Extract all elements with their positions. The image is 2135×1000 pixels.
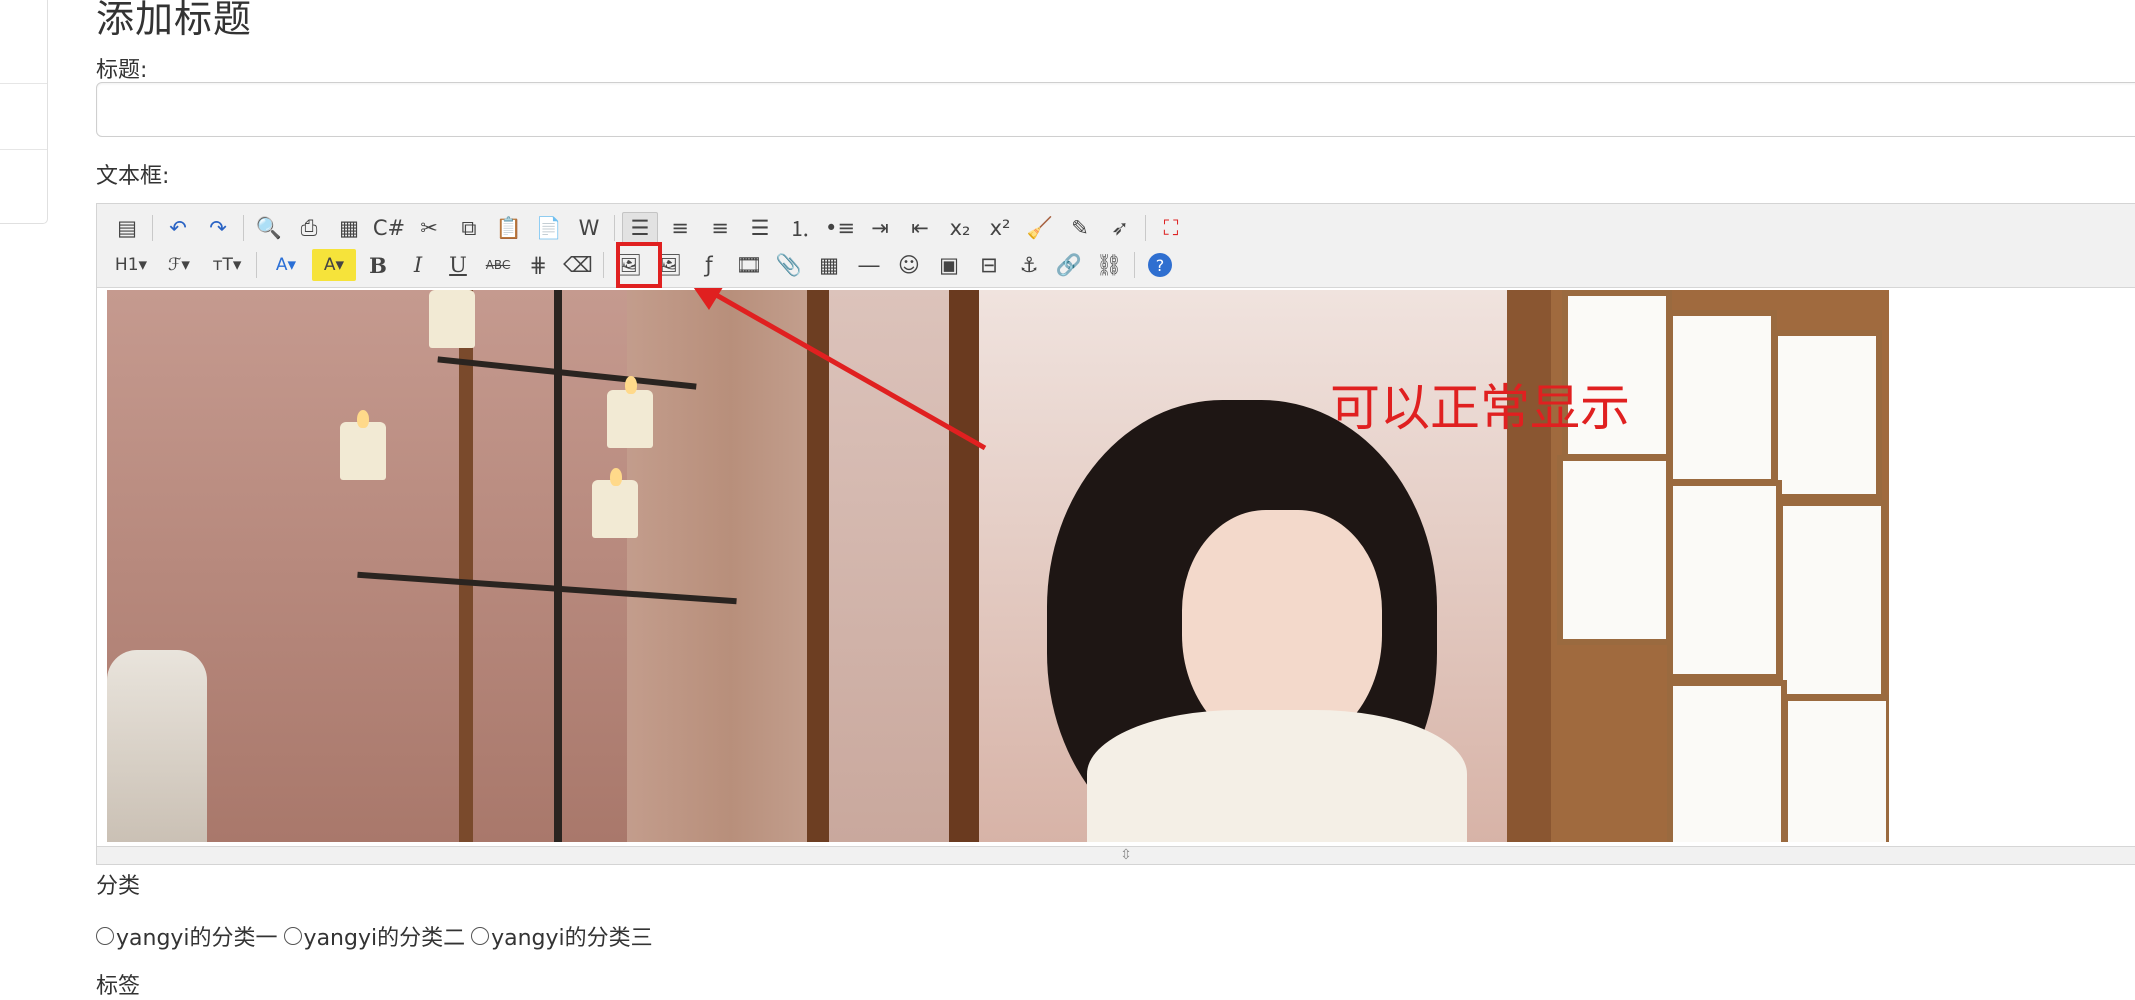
help-icon[interactable]: ? [1148,253,1172,277]
paste-word-icon[interactable]: W [571,212,607,244]
category-radio-label: yangyi的分类二 [303,926,466,951]
font-family-icon[interactable]: ℱ▾ [157,249,201,281]
category-radio-group: yangyi的分类一 yangyi的分类二 yangyi的分类三 [96,920,653,952]
link-icon[interactable]: 🔗 [1051,249,1087,281]
subscript-icon[interactable]: x₂ [942,212,978,244]
table-icon[interactable]: ▦ [811,249,847,281]
code-icon[interactable]: C# [371,212,407,244]
preview-icon[interactable]: 🔍 [251,212,287,244]
strikethrough-icon[interactable]: ABC [480,249,516,281]
undo-icon[interactable]: ↶ [160,212,196,244]
cut-icon[interactable]: ✂ [411,212,447,244]
quick-format-icon[interactable]: ✎ [1062,212,1098,244]
toolbar-separator [152,215,153,241]
editor-toolbar: ▤ ↶ ↷ 🔍 ⎙ ▦ C# ✂ ⧉ 📋 📄 W ☰ ≡ ≡ ☰ ⒈ •≡ ⇥ ⇤ x₂ x² 🧹 ✎ ➶ ⛶ H1▾ ℱ▾ ᴛT▾ A… [97,204,2135,288]
print-icon[interactable]: ⎙ [291,212,327,244]
bold-icon[interactable]: B [360,249,396,281]
toolbar-separator [603,252,604,278]
highlight-color-icon[interactable]: A▾ [312,249,356,281]
select-all-icon[interactable]: ➶ [1102,212,1138,244]
clear-format-icon[interactable]: 🧹 [1022,212,1058,244]
resize-grip-icon[interactable]: ⇳ [1120,847,1132,863]
toolbar-separator [243,215,244,241]
redo-icon[interactable]: ↷ [200,212,236,244]
content-label: 文本框: [96,164,170,189]
emoticon-icon[interactable]: ☺ [891,249,927,281]
paste-icon[interactable]: 📋 [491,212,527,244]
superscript-icon[interactable]: x² [982,212,1018,244]
hr-icon[interactable]: ― [851,249,887,281]
radio-button[interactable] [96,927,114,945]
toolbar-row-1: ▤ ↶ ↷ 🔍 ⎙ ▦ C# ✂ ⧉ 📋 📄 W ☰ ≡ ≡ ☰ ⒈ •≡ ⇥ ⇤ x₂ x² 🧹 ✎ ➶ ⛶ [107,211,1191,245]
category-radio-label: yangyi的分类一 [116,926,278,951]
radio-button[interactable] [471,927,490,945]
sidebar-divider [0,149,47,150]
attachment-icon[interactable]: 📎 [771,249,807,281]
template-icon[interactable]: ▦ [331,212,367,244]
media-icon[interactable]: 🎞 [731,249,767,281]
toolbar-separator [1145,215,1146,241]
flash-icon[interactable]: ƒ [691,249,727,281]
editor-content-area[interactable]: 可以正常显示 [97,288,2135,846]
fullscreen-icon[interactable]: ⛶ [1153,212,1189,244]
category-radio-label: yangyi的分类三 [491,926,653,951]
source-icon[interactable]: ▤ [109,212,145,244]
indent-icon[interactable]: ⇥ [862,212,898,244]
radio-button[interactable] [283,927,302,945]
category-radio-2[interactable]: yangyi的分类二 [283,920,466,952]
toolbar-separator [1134,252,1135,278]
annotation-text: 可以正常显示 [1330,379,1630,437]
rich-text-editor[interactable]: ▤ ↶ ↷ 🔍 ⎙ ▦ C# ✂ ⧉ 📋 📄 W ☰ ≡ ≡ ☰ ⒈ •≡ ⇥ ⇤ x₂ x² 🧹 ✎ ➶ ⛶ H1▾ ℱ▾ ᴛT▾ A… [96,203,2135,865]
toolbar-separator [614,215,615,241]
paste-text-icon[interactable]: 📄 [531,212,567,244]
unlink-icon[interactable]: ⛓ [1091,249,1127,281]
align-right-icon[interactable]: ≡ [702,212,738,244]
title-label: 标题: [96,58,148,83]
copy-icon[interactable]: ⧉ [451,212,487,244]
align-left-icon[interactable]: ☰ [622,212,658,244]
line-height-icon[interactable]: ⋕ [520,249,556,281]
eraser-icon[interactable]: ⌫ [560,249,596,281]
category-label: 分类 [96,874,141,899]
tags-label: 标签 [96,974,141,999]
unordered-list-icon[interactable]: •≡ [822,212,858,244]
toolbar-separator [256,252,257,278]
page-break-icon[interactable]: ⊟ [971,249,1007,281]
editor-resize-handle[interactable]: ⇳ [97,846,2135,864]
left-sidebar-panel [0,0,48,224]
category-radio-3[interactable]: yangyi的分类三 [471,920,653,952]
title-input[interactable] [96,82,2135,137]
italic-icon[interactable]: I [400,249,436,281]
category-radio-1[interactable]: yangyi的分类一 [96,920,278,952]
underline-icon[interactable]: U [440,249,476,281]
annotation-highlight-box [616,242,662,288]
align-justify-icon[interactable]: ☰ [742,212,778,244]
ordered-list-icon[interactable]: ⒈ [782,212,818,244]
outdent-icon[interactable]: ⇤ [902,212,938,244]
baidu-map-icon[interactable]: ▣ [931,249,967,281]
font-size-icon[interactable]: ᴛT▾ [205,249,249,281]
align-center-icon[interactable]: ≡ [662,212,698,244]
anchor-icon[interactable]: ⚓ [1011,249,1047,281]
font-color-icon[interactable]: A▾ [264,249,308,281]
heading-icon[interactable]: H1▾ [109,249,153,281]
page-title: 添加标题 [96,0,253,41]
sidebar-divider [0,83,47,84]
